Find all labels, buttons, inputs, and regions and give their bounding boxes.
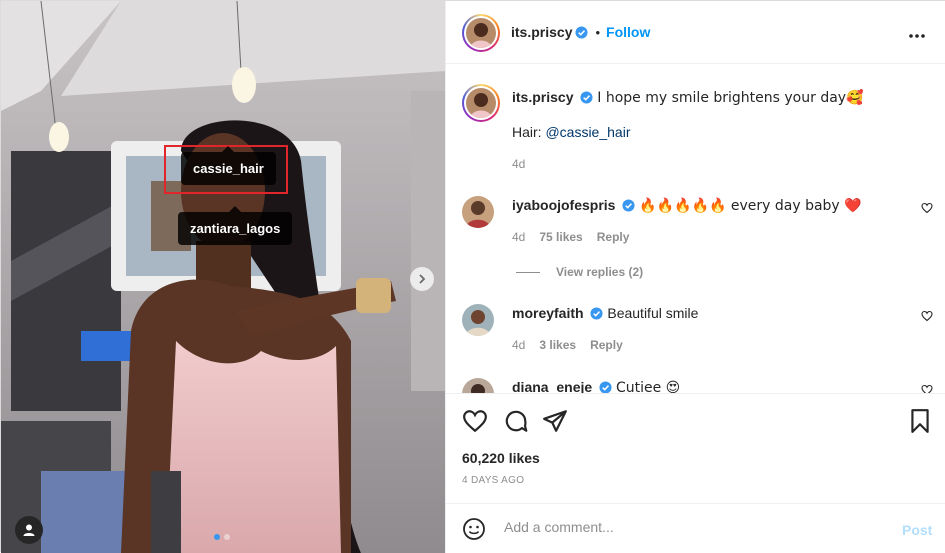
heart-icon[interactable] xyxy=(462,408,488,434)
header-separator: • xyxy=(595,24,601,40)
heart-icon[interactable] xyxy=(921,310,933,322)
comment-age: 4d xyxy=(512,230,526,244)
comment-icon[interactable] xyxy=(503,408,529,434)
more-options-button[interactable] xyxy=(908,23,926,44)
comment-username[interactable]: diana_eneje xyxy=(512,379,592,393)
verified-badge-icon xyxy=(590,307,604,320)
comment-likes[interactable]: 75 likes xyxy=(539,230,582,244)
user-tags-button[interactable] xyxy=(15,516,43,544)
user-tag-cassie-hair[interactable]: cassie_hair xyxy=(181,146,276,185)
avatar-image xyxy=(466,88,496,118)
avatar-image xyxy=(466,18,496,48)
heart-icon[interactable] xyxy=(921,202,933,214)
avatar-image xyxy=(462,378,494,393)
reply-button[interactable]: Reply xyxy=(597,230,630,244)
next-arrow-icon xyxy=(419,274,426,284)
heart-icon[interactable] xyxy=(921,384,933,393)
caption-text: I hope my smile brightens your day🥰 xyxy=(597,90,864,106)
post-media[interactable]: cassie_hair zantiara_lagos xyxy=(1,1,445,553)
view-replies-label: View replies (2) xyxy=(556,265,644,279)
post-date: 4 DAYS AGO xyxy=(462,475,525,486)
comment-username[interactable]: moreyfaith xyxy=(512,305,584,321)
next-slide-button[interactable] xyxy=(410,267,434,291)
comment-text: Beautiful smile xyxy=(607,305,699,321)
comment-username[interactable]: iyaboojofespris xyxy=(512,197,615,213)
bookmark-icon[interactable] xyxy=(908,408,932,434)
comment-input[interactable] xyxy=(502,518,896,536)
commenter-avatar[interactable] xyxy=(462,378,494,393)
avatar-image xyxy=(462,196,494,228)
post-header: its.priscy • Follow xyxy=(446,1,945,64)
post-dialog: cassie_hair zantiara_lagos its.priscy • xyxy=(0,0,945,553)
share-icon[interactable] xyxy=(542,408,568,434)
author-avatar[interactable] xyxy=(462,14,500,52)
likes-count[interactable]: 60,220 likes xyxy=(462,450,540,466)
comment-likes[interactable]: 3 likes xyxy=(539,338,576,352)
commenter-avatar[interactable] xyxy=(462,196,494,228)
comment-text: Cutiee 😍 xyxy=(615,380,681,393)
verified-badge-icon xyxy=(580,91,593,104)
caption-age: 4d xyxy=(512,157,526,171)
view-replies-button[interactable]: View replies (2) xyxy=(516,265,643,279)
caption-line2-prefix: Hair: xyxy=(512,124,546,140)
user-tags-icon xyxy=(23,524,35,536)
post-comment-button[interactable]: Post xyxy=(902,522,932,538)
reply-button[interactable]: Reply xyxy=(590,338,623,352)
avatar-image xyxy=(462,304,494,336)
post-photo xyxy=(1,1,445,553)
slide-indicator xyxy=(214,534,230,540)
caption-author-avatar[interactable] xyxy=(462,84,500,122)
commenter-avatar[interactable] xyxy=(462,304,494,336)
emoji-icon[interactable] xyxy=(462,517,486,541)
caption-username[interactable]: its.priscy xyxy=(512,89,573,105)
more-icon xyxy=(909,34,925,38)
comment-composer: Post xyxy=(446,503,945,553)
slide-dot-active xyxy=(214,534,220,540)
post-actions: 60,220 likes 4 DAYS AGO xyxy=(446,393,945,503)
verified-badge-icon xyxy=(622,199,635,212)
post-side-panel: its.priscy • Follow its.priscy I hope my… xyxy=(445,1,945,553)
verified-badge-icon xyxy=(575,25,589,39)
comments-list[interactable]: its.priscy I hope my smile brightens you… xyxy=(446,64,945,393)
verified-badge-icon xyxy=(599,381,612,393)
slide-dot xyxy=(224,534,230,540)
replies-divider xyxy=(516,271,540,273)
caption-mention-link[interactable]: @cassie_hair xyxy=(545,124,630,140)
author-username[interactable]: its.priscy xyxy=(511,24,572,40)
comment-text: 🔥🔥🔥🔥🔥 every day baby ❤️ xyxy=(639,198,862,214)
comment-age: 4d xyxy=(512,338,526,352)
user-tag-zantiara-lagos[interactable]: zantiara_lagos xyxy=(178,206,293,245)
follow-button[interactable]: Follow xyxy=(606,24,650,40)
